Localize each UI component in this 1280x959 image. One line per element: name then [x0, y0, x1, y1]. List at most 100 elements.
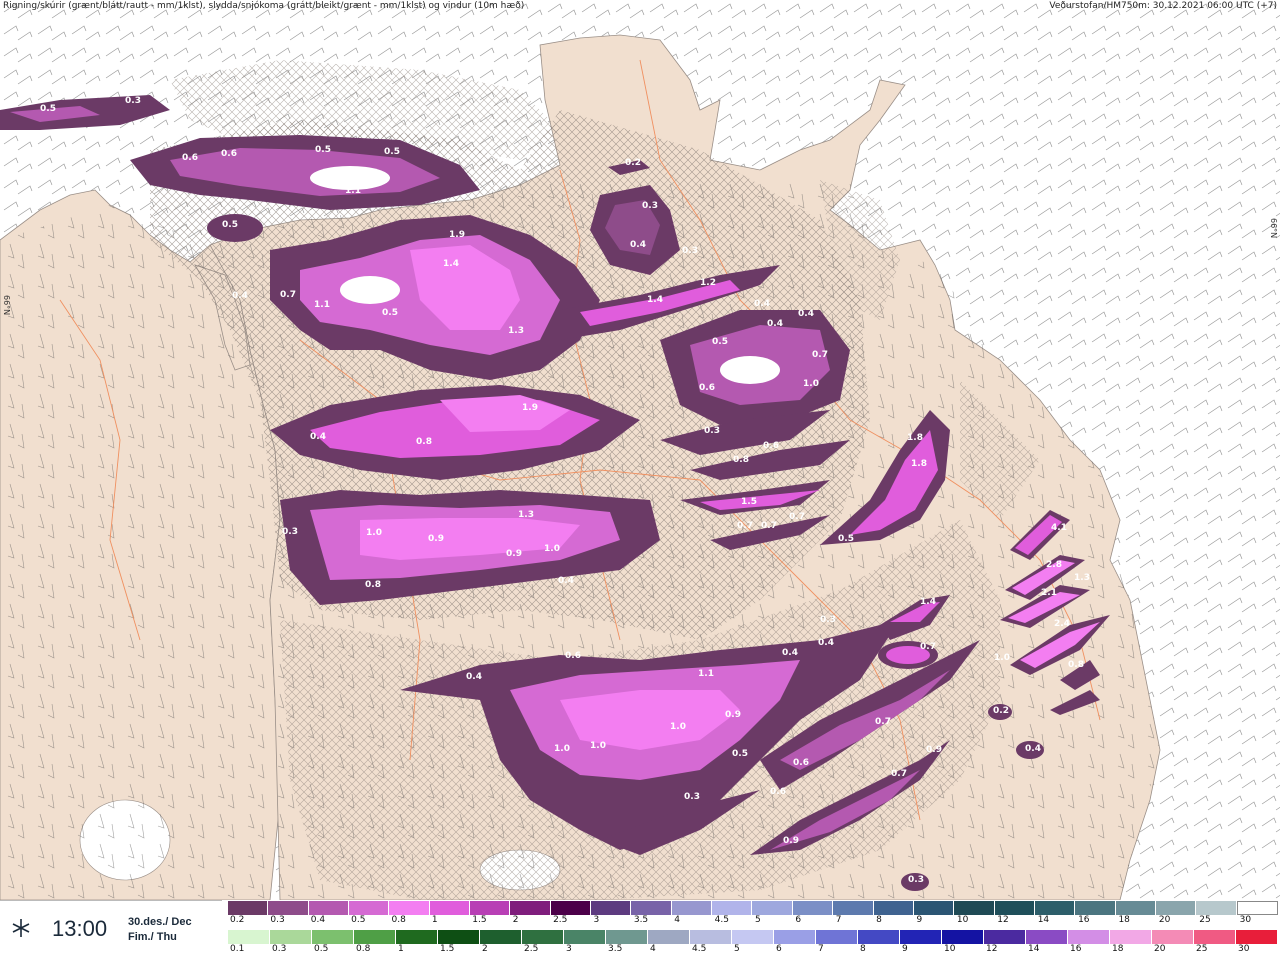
legend-swatch	[606, 930, 648, 944]
snowflake-wind-icon	[12, 919, 30, 937]
precip-value-label: 0.4	[558, 576, 574, 586]
precip-value-label: 0.6	[221, 149, 237, 159]
precip-value-label: 0.6	[699, 383, 715, 393]
forecast-weekday: Fim./ Thu	[128, 931, 177, 943]
precip-value-label: 0.8	[1068, 660, 1084, 670]
legend-swatch	[510, 901, 551, 915]
legend-label: 10	[956, 915, 969, 925]
legend-label: 1	[398, 944, 404, 954]
precip-value-label: 0.3	[684, 792, 700, 802]
precip-value-label: 0.8	[416, 437, 432, 447]
precip-value-label: 0.4	[466, 672, 482, 682]
legend-label: 12	[986, 944, 998, 954]
legend-swatch	[1236, 901, 1278, 915]
legend-label: 14	[1028, 944, 1040, 954]
legend-label: 16	[1070, 944, 1082, 954]
legend-swatch	[954, 901, 995, 915]
latitude-label-right: 66°N	[1269, 218, 1278, 239]
legend-swatch	[354, 930, 396, 944]
precip-value-label: 0.9	[926, 745, 942, 755]
precip-value-label: 2.4	[1054, 619, 1070, 629]
precip-value-label: 1.3	[518, 510, 534, 520]
legend-label: 8	[860, 944, 866, 954]
legend-swatch	[270, 930, 312, 944]
legend-label: 0.3	[272, 944, 287, 954]
precip-value-label: 0.6	[793, 758, 809, 768]
legend-swatch	[984, 930, 1026, 944]
legend-label: 7	[818, 944, 824, 954]
precip-value-label: 1.1	[698, 669, 714, 679]
legend-swatch	[913, 901, 955, 915]
legend-label: 14	[1037, 915, 1050, 925]
legend-swatch	[591, 901, 632, 915]
precip-value-label: 0.7	[761, 521, 777, 531]
legend-swatch	[308, 901, 350, 915]
legend-swatch	[312, 930, 354, 944]
legend-swatch	[480, 930, 522, 944]
legend-swatch	[833, 901, 874, 915]
legend-label: 3.5	[608, 944, 623, 954]
latitude-label-left: 66°N	[2, 295, 11, 316]
precip-value-label: 0.3	[820, 615, 836, 625]
legend-swatch	[1194, 930, 1236, 944]
legend-swatch	[1236, 930, 1278, 944]
precip-value-label: 0.4	[767, 319, 783, 329]
legend-swatch	[732, 930, 774, 944]
legend-swatch	[228, 901, 269, 915]
legend-swatch	[631, 901, 672, 915]
legend-label: 0.3	[270, 915, 285, 925]
precip-value-label: 1.5	[741, 497, 757, 507]
legend-label: 0.5	[351, 915, 366, 925]
precip-value-label: 0.4	[630, 240, 646, 250]
legend-swatch	[900, 930, 942, 944]
legend-swatch	[1155, 901, 1197, 915]
precip-value-label: 1.2	[700, 278, 716, 288]
rain-legend-labels: 0.1 0.3 0.5 0.8 1 1.5 2 2.5 3 3.5 4 4.5 5 6 7 8 9 10 12 14 1…	[228, 944, 1278, 956]
legend-label: 25	[1199, 915, 1211, 925]
legend-swatch	[858, 930, 900, 944]
precip-value-label: 0.4	[798, 309, 814, 319]
legend-label: 16	[1078, 915, 1090, 925]
legend-swatch	[648, 930, 690, 944]
precip-value-label: 0.2	[625, 158, 641, 168]
legend-label: 5	[734, 944, 740, 954]
precip-value-label: 1.3	[1074, 573, 1090, 583]
precip-value-label: 0.5	[838, 534, 854, 544]
legend-label: 2	[482, 944, 488, 954]
legend-label: 30	[1238, 944, 1250, 954]
precip-value-label: 1.1	[345, 186, 361, 196]
weather-map[interactable]: 0.5 0.3 0.6 0.6 0.5 0.5 1.1 0.5 1.9 1.4 0.4 0.7 1.1 0…	[0, 0, 1280, 900]
precipitation-legend: 0.2 0.3 0.4 0.5 0.8 1 1.5 2 2.5 3 3.5 4 4.5 5 6 7 8 9 10 12…	[228, 900, 1280, 958]
legend-swatch	[1115, 901, 1156, 915]
legend-swatch	[690, 930, 732, 944]
legend-swatch	[1026, 930, 1068, 944]
precip-value-label: 0.3	[642, 201, 658, 211]
precip-value-label: 0.8	[733, 455, 749, 465]
map-header-source: Veðurstofan/HM750m: 30.12.2021 06:00 UTC…	[1049, 1, 1277, 11]
precip-value-label: 0.9	[428, 534, 444, 544]
legend-swatch	[268, 901, 309, 915]
precip-value-label: 1.4	[443, 259, 459, 269]
precip-value-label: 0.5	[732, 749, 748, 759]
precip-value-label: 0.5	[384, 147, 400, 157]
legend-label: 2.5	[524, 944, 539, 954]
legend-label: 9	[916, 915, 923, 925]
legend-swatch	[774, 930, 816, 944]
precip-value-label: 0.5	[382, 308, 398, 318]
legend-swatch	[1075, 901, 1116, 915]
legend-label: 2	[512, 915, 519, 925]
precip-value-label: 0.6	[565, 651, 581, 661]
legend-swatch	[564, 930, 606, 944]
precip-value-label: 0.2	[993, 706, 1009, 716]
legend-label: 18	[1112, 944, 1124, 954]
legend-swatch	[228, 930, 270, 944]
legend-label: 1.5	[472, 915, 487, 925]
precip-value-label: 1.8	[907, 433, 923, 443]
precip-value-label: 0.3	[704, 426, 720, 436]
snow-legend-swatches	[228, 901, 1278, 915]
legend-label: 3.5	[633, 915, 649, 925]
legend-label: 1	[431, 915, 438, 925]
precip-value-label: 0.6	[763, 441, 779, 451]
rain-legend-swatches	[228, 930, 1278, 944]
legend-swatch	[1068, 930, 1110, 944]
